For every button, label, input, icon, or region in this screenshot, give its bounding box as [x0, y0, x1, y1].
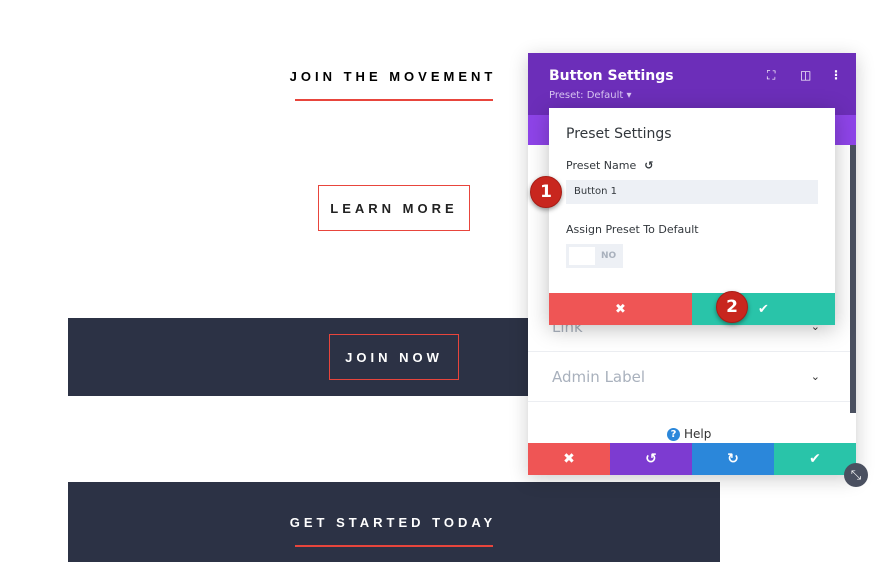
dark-section-1 [68, 318, 528, 396]
popup-action-bar: ✖ ✔ [549, 293, 835, 325]
more-options-icon[interactable]: ⋮ [830, 68, 842, 82]
chevron-down-icon: ⌄ [810, 370, 820, 383]
preset-settings-popup: Preset Settings Preset Name ↺ Button 1 A… [549, 108, 835, 325]
scrollbar[interactable] [850, 145, 856, 413]
help-link[interactable]: ? Help [667, 427, 711, 441]
reset-icon[interactable]: ↺ [644, 159, 653, 172]
redo-button[interactable]: ↻ [692, 443, 774, 475]
undo-button[interactable]: ↺ [610, 443, 692, 475]
panel-action-bar: ✖ ↺ ↻ ✔ [528, 443, 856, 475]
help-label: Help [684, 427, 712, 441]
preset-name-input[interactable]: Button 1 [566, 180, 818, 204]
get-started-underline [295, 545, 493, 547]
admin-label-row[interactable]: Admin Label ⌄ [528, 352, 850, 402]
close-icon: ✖ [563, 451, 575, 467]
preset-name-label: Preset Name [566, 159, 637, 172]
learn-more-button[interactable]: LEARN MORE [318, 185, 470, 231]
preset-name-label-row: Preset Name ↺ [566, 159, 653, 172]
assign-default-toggle[interactable]: NO [566, 244, 623, 268]
preset-dropdown[interactable]: Preset: Default ▾ [549, 90, 631, 101]
panel-title: Button Settings [549, 68, 674, 84]
join-the-movement-heading: JOIN THE MOVEMENT [289, 69, 497, 84]
close-icon: ✖ [615, 301, 626, 317]
assign-preset-label: Assign Preset To Default [566, 223, 699, 236]
undo-icon: ↺ [645, 451, 657, 467]
step-badge-2: 2 [716, 291, 748, 323]
check-icon: ✔ [809, 451, 821, 467]
fullscreen-icon[interactable]: ⛶ [767, 68, 775, 83]
join-now-button[interactable]: JOIN NOW [329, 334, 459, 380]
split-view-icon[interactable]: ◫ [800, 68, 811, 82]
popup-cancel-button[interactable]: ✖ [549, 293, 692, 325]
get-started-heading: GET STARTED TODAY [289, 515, 497, 530]
row-label: Admin Label [552, 367, 646, 386]
toggle-value: NO [601, 251, 617, 261]
panel-header: Button Settings Preset: Default ▾ ⛶ ◫ ⋮ [528, 53, 856, 115]
toggle-knob [569, 247, 595, 265]
popup-title: Preset Settings [566, 126, 672, 142]
heading-underline [295, 99, 493, 101]
check-icon: ✔ [758, 301, 769, 317]
step-badge-1: 1 [530, 176, 562, 208]
help-icon: ? [667, 427, 680, 441]
discard-button[interactable]: ✖ [528, 443, 610, 475]
redo-icon: ↻ [727, 451, 739, 467]
resize-handle-icon[interactable]: ⤡ [844, 463, 868, 487]
popup-save-button[interactable]: ✔ [692, 293, 835, 325]
